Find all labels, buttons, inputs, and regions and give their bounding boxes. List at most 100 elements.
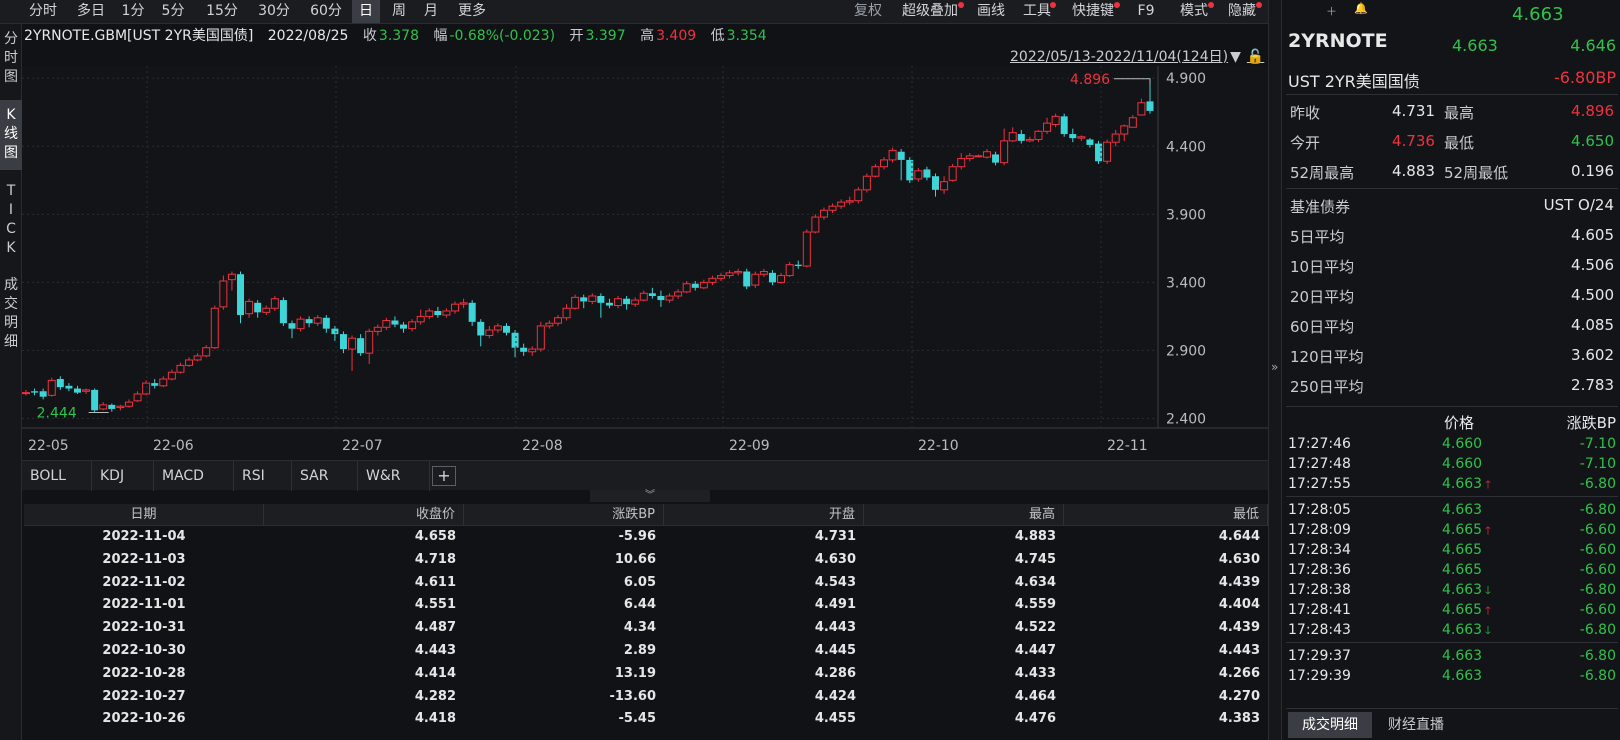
tools-button[interactable]: 工具 — [1020, 0, 1056, 23]
collapse-panel-chevron-icon[interactable]: ︾ — [590, 490, 710, 502]
candle-body — [992, 154, 1000, 163]
expand-arrow-icon[interactable]: » — [1271, 360, 1278, 374]
table-cell: 4.644 — [1218, 529, 1260, 544]
table-row[interactable]: 2022-10-30 4.443 2.89 4.445 4.447 4.443 — [24, 640, 1268, 663]
candle-body — [254, 302, 262, 313]
indicator-tab-rsi[interactable]: RSI — [234, 461, 292, 491]
indicator-tab-macd[interactable]: MACD — [154, 461, 234, 491]
table-cell: 4.745 — [1014, 551, 1056, 567]
table-cell: 2022-10-26 — [102, 711, 186, 727]
candle-body — [408, 321, 417, 330]
table-row[interactable]: 2022-10-26 4.418 -5.45 4.455 4.476 4.383 — [24, 708, 1268, 731]
candle-body — [22, 392, 30, 395]
x-tick-label: 22-11 — [1107, 438, 1148, 454]
period-tab-30min[interactable]: 30分 — [254, 0, 294, 23]
table-row[interactable]: 2022-11-02 4.611 6.05 4.543 4.634 4.439 — [24, 572, 1268, 595]
tick-price: 4.660 — [1442, 456, 1483, 472]
bid-price: 4.663 — [1452, 36, 1498, 55]
table-row[interactable]: 2022-10-27 4.282 -13.60 4.424 4.464 4.270 — [24, 686, 1268, 709]
indicator-tab-kdj[interactable]: KDJ — [92, 461, 154, 491]
candle-body — [493, 325, 502, 331]
candle-info-line: 2YRNOTE.GBM[UST 2YR美国国债] 2022/08/25 收 3.3… — [24, 24, 777, 48]
table-row[interactable]: 2022-10-31 4.487 4.34 4.443 4.522 4.439 — [24, 617, 1268, 640]
candle-body — [880, 159, 889, 168]
candle-body — [571, 296, 580, 309]
table-cell: 2022-11-03 — [102, 551, 186, 567]
candle-body — [485, 329, 494, 336]
tab-fenshi-chart[interactable]: 分时图 — [0, 28, 22, 92]
period-tab-5min[interactable]: 5分 — [156, 0, 190, 23]
table-cell: 4.476 — [1014, 711, 1056, 727]
tab-tick[interactable]: TICK — [0, 180, 22, 280]
hide-label: 隐藏 — [1228, 3, 1256, 19]
average-value: 4.605 — [1571, 226, 1614, 244]
open-label: 开 — [569, 28, 584, 44]
indicator-tab-wr[interactable]: W&R — [358, 461, 430, 491]
col-date[interactable]: 日期 — [24, 504, 264, 525]
tick-change: -6.80 — [1579, 476, 1616, 492]
col-high[interactable]: 最高 — [864, 504, 1064, 525]
period-tab-more[interactable]: 更多 — [452, 0, 492, 23]
average-value: 2.783 — [1571, 376, 1614, 394]
tab-char: K — [6, 107, 16, 123]
candle-body — [1146, 101, 1154, 111]
overlay-button[interactable]: 超级叠加 — [898, 0, 964, 23]
indicator-tab-boll[interactable]: BOLL — [22, 461, 92, 491]
add-indicator-icon[interactable]: + — [432, 466, 456, 486]
arrow-down-icon: 🡓 — [1485, 584, 1491, 597]
table-row[interactable]: 2022-11-04 4.658 -5.96 4.731 4.883 4.644 — [24, 526, 1268, 549]
period-tab-1min[interactable]: 1分 — [116, 0, 150, 23]
period-tab-15min[interactable]: 15分 — [202, 0, 242, 23]
candle-body — [73, 388, 81, 393]
panel-splitter[interactable]: » — [1268, 0, 1282, 740]
col-low[interactable]: 最低 — [1064, 504, 1268, 525]
candle-body — [142, 382, 151, 395]
table-header: 日期 收盘价 涨跌BP 开盘 最高 最低 — [24, 504, 1268, 526]
period-tab-week[interactable]: 周 — [386, 0, 412, 23]
table-row[interactable]: 2022-11-01 4.551 6.44 4.491 4.559 4.404 — [24, 594, 1268, 617]
table-row[interactable]: 2022-10-28 4.414 13.19 4.286 4.433 4.266 — [24, 663, 1268, 686]
candle-body — [923, 169, 931, 178]
indicator-tab-sar[interactable]: SAR — [292, 461, 358, 491]
tab-trade-details[interactable]: 成交明细 — [0, 274, 22, 364]
tick-row: 17:28:36 4.665 -6.60 — [1286, 562, 1616, 583]
candle-body — [819, 209, 828, 218]
shortcuts-button[interactable]: 快捷键 — [1068, 0, 1120, 23]
tab-kline-chart[interactable]: K线图 — [0, 100, 22, 170]
add-icon[interactable]: ＋ — [1326, 3, 1337, 19]
table-cell: 4.266 — [1218, 665, 1260, 681]
hide-button[interactable]: 隐藏 — [1224, 0, 1262, 23]
candle-body — [511, 332, 519, 348]
tab-finance-live[interactable]: 财经直播 — [1374, 712, 1458, 738]
tick-change: -6.60 — [1579, 562, 1616, 578]
candle-body — [982, 151, 991, 158]
tick-time: 17:28:43 — [1288, 622, 1351, 638]
kline-chart[interactable]: 4.900 4.400 3.900 3.400 2.900 2.400 22-05 22-06… — [22, 66, 1268, 460]
candle-body — [468, 302, 476, 322]
tab-trade-details-bottom[interactable]: 成交明细 — [1288, 712, 1372, 738]
y-tick-label: 2.900 — [1166, 343, 1206, 359]
adjust-button[interactable]: 复权 — [848, 0, 888, 23]
draw-line-button[interactable]: 画线 — [974, 0, 1008, 23]
f9-button[interactable]: F9 — [1134, 0, 1158, 23]
tick-time: 17:28:41 — [1288, 602, 1351, 618]
col-close[interactable]: 收盘价 — [264, 504, 464, 525]
bell-icon[interactable]: 🔔 — [1354, 2, 1368, 15]
col-change-bp[interactable]: 涨跌BP — [464, 504, 664, 525]
period-tab-day[interactable]: 日 — [352, 0, 380, 23]
mode-button[interactable]: 模式 — [1176, 0, 1214, 23]
unlock-icon[interactable]: 🔓 — [1247, 49, 1264, 65]
date-range-selector[interactable]: 2022/05/13-2022/11/04(124日) ▼ 🔓 — [1010, 46, 1264, 66]
candle-body — [416, 315, 425, 323]
period-tab-multiday[interactable]: 多日 — [68, 0, 114, 23]
arrow-up-icon: 🡑 — [1485, 604, 1491, 617]
candle-body — [682, 283, 691, 293]
table-row[interactable]: 2022-11-03 4.718 10.66 4.630 4.745 4.630 — [24, 549, 1268, 572]
col-open[interactable]: 开盘 — [664, 504, 864, 525]
period-tab-month[interactable]: 月 — [418, 0, 444, 23]
candle-body — [193, 355, 202, 361]
period-tab-60min[interactable]: 60分 — [306, 0, 346, 23]
period-tab-fenshi[interactable]: 分时 — [22, 0, 64, 23]
tick-row: 17:28:09 4.665 🡑 -6.60 — [1286, 522, 1616, 543]
candle-body — [828, 205, 837, 211]
